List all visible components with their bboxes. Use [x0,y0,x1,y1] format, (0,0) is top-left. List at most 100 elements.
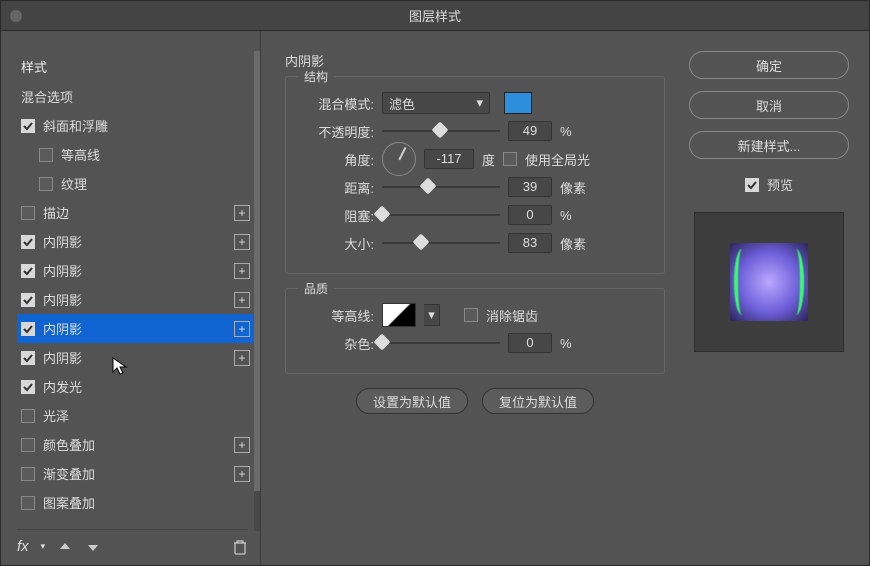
style-checkbox[interactable] [21,351,35,365]
style-item-3[interactable]: 纹理 [17,169,254,198]
add-effect-icon[interactable]: + [234,234,250,250]
style-checkbox[interactable] [21,380,35,394]
contour-picker[interactable] [382,303,416,327]
style-item-5[interactable]: 内阴影 + [17,227,254,256]
style-item-4[interactable]: 描边+ [17,198,254,227]
style-label: 颜色叠加 [43,435,226,454]
style-checkbox[interactable] [39,148,53,162]
title-bar: 图层样式 [1,1,869,31]
distance-slider[interactable] [382,178,500,196]
opacity-input[interactable]: 49 [508,121,552,141]
preview-thumbnail [730,243,808,321]
distance-input[interactable]: 39 [508,177,552,197]
blend-mode-label: 混合模式: [302,94,374,113]
structure-legend: 结构 [298,68,334,85]
add-effect-icon[interactable]: + [234,437,250,453]
add-effect-icon[interactable]: + [234,205,250,221]
style-label: 内阴影 [43,232,226,251]
style-item-13[interactable]: 渐变叠加 + [17,459,254,488]
style-label: 内阴影 [43,290,226,309]
opacity-label: 不透明度: [302,122,374,141]
choke-unit: % [560,208,594,223]
move-up-icon[interactable] [57,539,73,555]
global-light-label: 使用全局光 [525,150,590,169]
structure-group: 结构 混合模式: 滤色 ▾ 不透明度: 49 % 角度: [285,76,665,274]
angle-dial[interactable] [382,142,416,176]
sidebar-header: 样式 [17,51,254,82]
angle-unit: 度 [482,150,495,169]
style-item-1[interactable]: 斜面和浮雕 [17,111,254,140]
style-item-6[interactable]: 内阴影 + [17,256,254,285]
style-label: 渐变叠加 [43,464,226,483]
antialias-label: 消除锯齿 [486,306,538,325]
size-unit: 像素 [560,234,594,253]
style-label: 内阴影 [43,348,226,367]
noise-label: 杂色: [302,334,374,353]
close-button[interactable] [10,10,22,22]
style-checkbox[interactable] [21,206,35,220]
style-checkbox[interactable] [21,235,35,249]
reset-default-button[interactable]: 复位为默认值 [482,388,594,414]
style-checkbox[interactable] [21,264,35,278]
style-checkbox[interactable] [21,409,35,423]
layer-style-dialog: 图层样式 样式 混合选项斜面和浮雕等高线纹理描边+ 内阴影 + 内阴影 + 内阴影 + 内阴影… [0,0,870,566]
add-effect-icon[interactable]: + [234,263,250,279]
preview-checkbox[interactable] [745,178,759,192]
style-checkbox[interactable] [21,496,35,510]
style-label: 内发光 [43,377,250,396]
add-effect-icon[interactable]: + [234,321,250,337]
angle-input[interactable]: -117 [424,149,474,169]
style-item-10[interactable]: 内发光 [17,372,254,401]
contour-dropdown-icon[interactable]: ▾ [424,304,440,326]
quality-group: 品质 等高线: ▾ 消除锯齿 杂色: 0 % [285,288,665,374]
global-light-checkbox[interactable] [503,152,517,166]
distance-unit: 像素 [560,178,594,197]
noise-input[interactable]: 0 [508,333,552,353]
cancel-button[interactable]: 取消 [689,91,849,119]
angle-label: 角度: [302,150,374,169]
add-effect-icon[interactable]: + [234,292,250,308]
style-label: 内阴影 [43,261,226,280]
fx-menu[interactable]: fx [17,538,29,555]
style-label: 光泽 [43,406,250,425]
style-item-7[interactable]: 内阴影 + [17,285,254,314]
style-item-9[interactable]: 内阴影 + [17,343,254,372]
style-checkbox[interactable] [21,119,35,133]
style-checkbox[interactable] [21,293,35,307]
new-style-button[interactable]: 新建样式... [689,131,849,159]
style-checkbox[interactable] [21,322,35,336]
size-slider[interactable] [382,234,500,252]
style-item-8[interactable]: 内阴影+ [17,314,254,343]
opacity-slider[interactable] [382,122,500,140]
style-checkbox[interactable] [21,467,35,481]
style-item-11[interactable]: 光泽 [17,401,254,430]
blend-mode-dropdown[interactable]: 滤色 ▾ [382,92,490,114]
style-item-2[interactable]: 等高线 [17,140,254,169]
style-item-0[interactable]: 混合选项 [17,82,254,111]
sidebar-footer: fx ▾ [17,529,248,555]
style-checkbox[interactable] [21,438,35,452]
preview-box [694,212,844,352]
sidebar-scroll-thumb[interactable] [254,51,260,491]
choke-slider[interactable] [382,206,500,224]
trash-icon[interactable] [232,539,248,555]
add-effect-icon[interactable]: + [234,350,250,366]
move-down-icon[interactable] [85,539,101,555]
noise-slider[interactable] [382,334,500,352]
size-input[interactable]: 83 [508,233,552,253]
style-checkbox[interactable] [39,177,53,191]
preview-label: 预览 [767,175,793,194]
ok-button[interactable]: 确定 [689,51,849,79]
antialias-checkbox[interactable] [464,308,478,322]
style-item-14[interactable]: 图案叠加 [17,488,254,517]
style-label: 斜面和浮雕 [43,116,250,135]
color-swatch[interactable] [504,92,532,114]
choke-label: 阻塞: [302,206,374,225]
choke-input[interactable]: 0 [508,205,552,225]
noise-unit: % [560,336,594,351]
panel-title: 内阴影 [285,51,665,70]
style-label: 图案叠加 [43,493,250,512]
make-default-button[interactable]: 设置为默认值 [356,388,468,414]
style-item-12[interactable]: 颜色叠加 + [17,430,254,459]
add-effect-icon[interactable]: + [234,466,250,482]
